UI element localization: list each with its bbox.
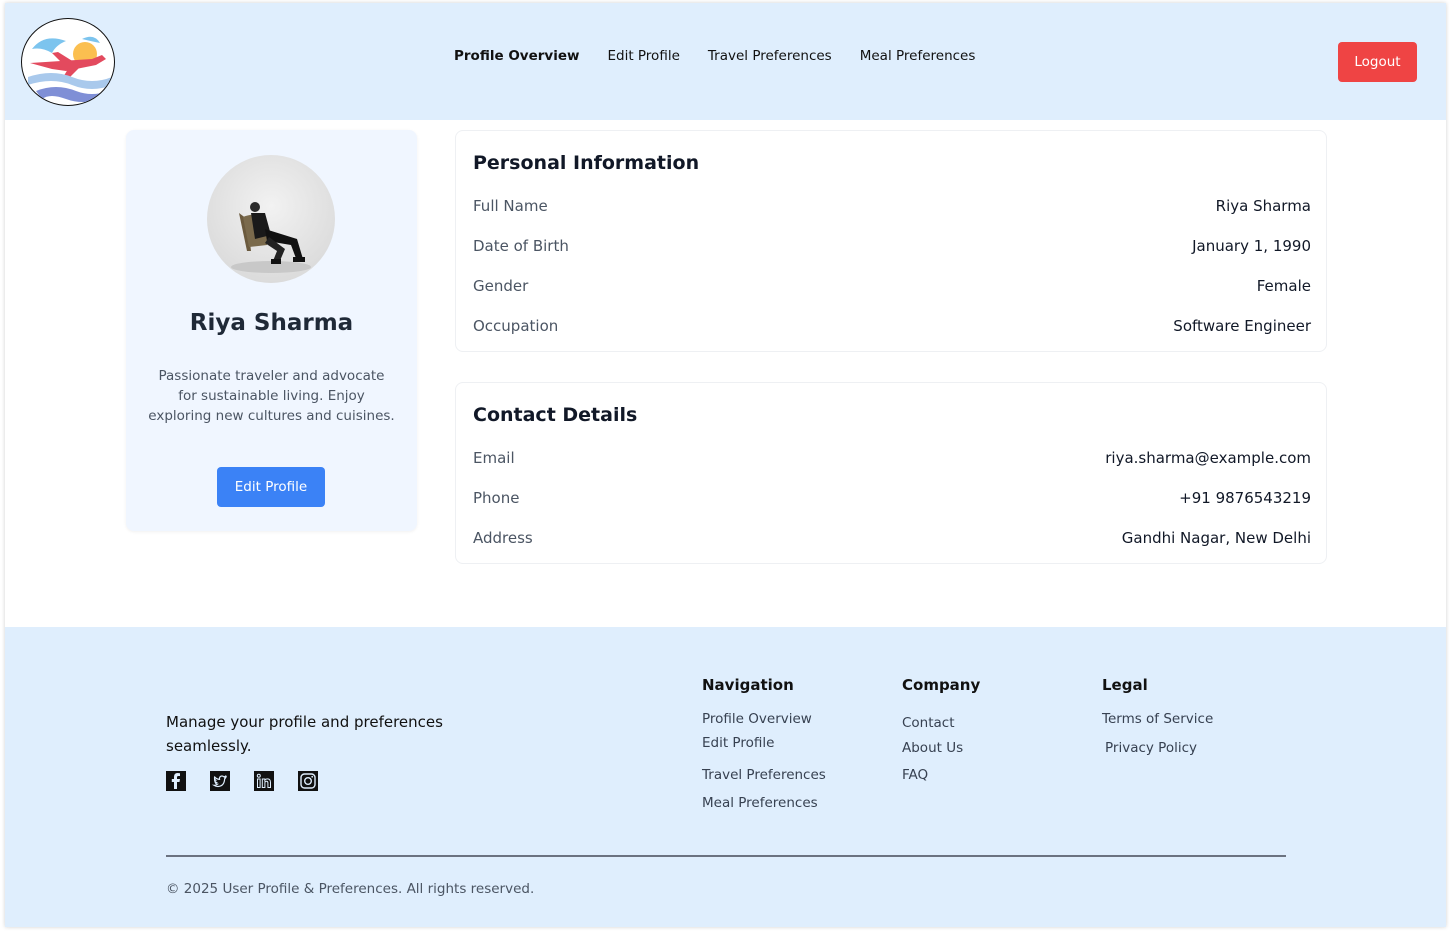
info-label: Address xyxy=(473,529,533,547)
linkedin-icon[interactable] xyxy=(254,771,274,791)
info-value: +91 9876543219 xyxy=(1179,489,1311,507)
info-label: Occupation xyxy=(473,317,559,335)
info-row: Gender Female xyxy=(473,274,1311,298)
nav-profile-overview[interactable]: Profile Overview xyxy=(454,48,579,64)
footer: Manage your profile and preferences seam… xyxy=(5,627,1446,927)
info-value: Female xyxy=(1256,277,1311,295)
header: Profile Overview Edit Profile Travel Pre… xyxy=(5,3,1446,120)
instagram-icon[interactable] xyxy=(298,771,318,791)
profile-name: Riya Sharma xyxy=(189,310,354,336)
info-label: Full Name xyxy=(473,197,548,215)
footer-link-about-us[interactable]: About Us xyxy=(902,740,963,756)
footer-link-terms-of-service[interactable]: Terms of Service xyxy=(1102,711,1213,727)
footer-link-meal-preferences[interactable]: Meal Preferences xyxy=(702,795,818,811)
edit-profile-button[interactable]: Edit Profile xyxy=(217,467,325,507)
facebook-icon[interactable] xyxy=(166,771,186,791)
footer-tagline: Manage your profile and preferences seam… xyxy=(166,713,443,755)
copyright-text: © 2025 User Profile & Preferences. All r… xyxy=(166,881,535,897)
info-value: January 1, 1990 xyxy=(1192,237,1311,255)
footer-link-profile-overview[interactable]: Profile Overview xyxy=(702,711,812,727)
footer-link-privacy-policy[interactable]: Privacy Policy xyxy=(1105,740,1197,756)
footer-navigation-title: Navigation xyxy=(702,676,794,694)
contact-details-card: Contact Details Email riya.sharma@exampl… xyxy=(455,382,1327,564)
info-value: Riya Sharma xyxy=(1215,197,1311,215)
airline-logo[interactable] xyxy=(21,18,115,106)
profile-card: Riya Sharma Passionate traveler and advo… xyxy=(126,130,417,531)
airplane-logo-icon xyxy=(28,36,112,102)
footer-divider xyxy=(166,855,1286,857)
logout-button[interactable]: Logout xyxy=(1338,42,1417,82)
main-nav: Profile Overview Edit Profile Travel Pre… xyxy=(454,48,1003,64)
info-row: Phone +91 9876543219 xyxy=(473,486,1311,510)
profile-bio: Passionate traveler and advocate for sus… xyxy=(148,368,395,424)
footer-link-travel-preferences[interactable]: Travel Preferences xyxy=(702,767,826,783)
footer-link-faq[interactable]: FAQ xyxy=(902,767,928,783)
page-frame: Profile Overview Edit Profile Travel Pre… xyxy=(5,3,1446,927)
footer-link-edit-profile[interactable]: Edit Profile xyxy=(702,735,774,751)
personal-information-title: Personal Information xyxy=(473,152,700,174)
contact-details-title: Contact Details xyxy=(473,404,638,426)
footer-company-title: Company xyxy=(902,676,981,694)
nav-travel-preferences[interactable]: Travel Preferences xyxy=(708,48,832,64)
nav-edit-profile[interactable]: Edit Profile xyxy=(607,48,679,64)
info-row: Email riya.sharma@example.com xyxy=(473,446,1311,470)
info-row: Address Gandhi Nagar, New Delhi xyxy=(473,526,1311,550)
nav-meal-preferences[interactable]: Meal Preferences xyxy=(860,48,976,64)
info-label: Phone xyxy=(473,489,520,507)
twitter-icon[interactable] xyxy=(210,771,230,791)
footer-link-contact[interactable]: Contact xyxy=(902,715,955,731)
personal-information-card: Personal Information Full Name Riya Shar… xyxy=(455,130,1327,352)
info-row: Date of Birth January 1, 1990 xyxy=(473,234,1311,258)
info-label: Gender xyxy=(473,277,529,295)
info-row: Occupation Software Engineer xyxy=(473,314,1311,338)
info-label: Date of Birth xyxy=(473,237,569,255)
person-photo-icon xyxy=(231,202,311,273)
footer-legal-title: Legal xyxy=(1102,676,1148,694)
info-row: Full Name Riya Sharma xyxy=(473,194,1311,218)
info-value: Gandhi Nagar, New Delhi xyxy=(1121,529,1311,547)
info-label: Email xyxy=(473,449,515,467)
avatar xyxy=(207,155,335,283)
social-links xyxy=(166,771,342,791)
info-value: Software Engineer xyxy=(1173,317,1311,335)
info-value: riya.sharma@example.com xyxy=(1105,449,1311,467)
